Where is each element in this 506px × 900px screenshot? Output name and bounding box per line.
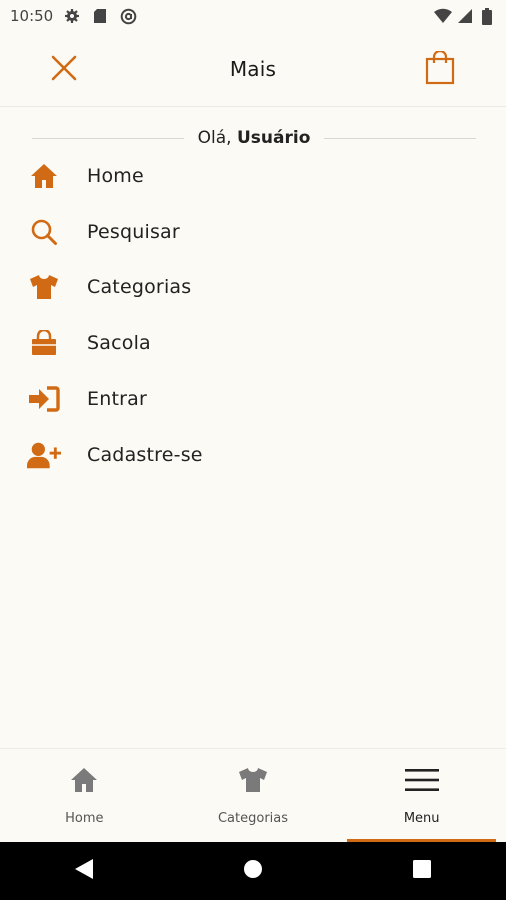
at-sign-icon xyxy=(119,7,137,25)
menu-item-home[interactable]: Home xyxy=(0,148,506,204)
bottom-nav: Home Categorias Menu xyxy=(0,748,506,842)
search-icon xyxy=(27,217,61,247)
page-title: Mais xyxy=(229,57,277,81)
tshirt-icon xyxy=(238,763,268,797)
recents-button[interactable] xyxy=(392,842,452,900)
nav-label: Menu xyxy=(403,811,440,826)
user-plus-icon xyxy=(27,440,61,470)
bag-icon xyxy=(27,328,61,358)
shopping-bag-button[interactable] xyxy=(416,46,464,94)
menu-item-pesquisar[interactable]: Pesquisar xyxy=(0,204,506,260)
nav-label: Categorias xyxy=(217,811,289,826)
signal-icon xyxy=(456,7,474,25)
close-button[interactable] xyxy=(40,46,88,94)
back-button[interactable] xyxy=(54,842,114,900)
menu-item-label: Entrar xyxy=(87,388,147,411)
home-icon xyxy=(27,161,61,191)
bottom-nav-home[interactable]: Home xyxy=(0,749,169,842)
greeting-prefix: Olá, xyxy=(197,128,237,148)
tshirt-icon xyxy=(27,272,61,302)
menu-item-entrar[interactable]: Entrar xyxy=(0,371,506,427)
back-triangle-icon xyxy=(75,859,94,883)
system-nav-bar xyxy=(0,842,506,900)
bottom-nav-categorias[interactable]: Categorias xyxy=(169,749,338,842)
gear-icon xyxy=(63,7,81,25)
status-time: 10:50 xyxy=(10,7,54,25)
menu-list: Home Pesquisar Categorias Sacola Entrar … xyxy=(0,148,506,483)
status-bar: 10:50 xyxy=(0,0,506,32)
menu-item-sacola[interactable]: Sacola xyxy=(0,315,506,371)
app-bar: Mais xyxy=(0,32,506,107)
menu-item-label: Sacola xyxy=(87,332,151,355)
nav-label: Home xyxy=(65,811,104,826)
greeting-username: Usuário xyxy=(236,128,311,148)
sign-in-icon xyxy=(27,384,61,414)
shopping-bag-icon xyxy=(425,49,455,89)
hamburger-menu-icon xyxy=(404,763,439,797)
recents-square-icon xyxy=(412,860,431,882)
home-button[interactable] xyxy=(223,842,283,900)
bottom-nav-menu[interactable]: Menu xyxy=(337,749,506,842)
menu-item-label: Home xyxy=(87,164,144,187)
menu-item-label: Cadastre-se xyxy=(87,443,203,466)
wifi-icon xyxy=(434,7,452,25)
sd-card-icon xyxy=(91,7,109,25)
greeting: Olá, Usuário xyxy=(184,128,325,148)
divider xyxy=(32,137,184,139)
battery-icon xyxy=(478,7,496,25)
home-icon xyxy=(70,763,98,797)
menu-item-cadastre-se[interactable]: Cadastre-se xyxy=(0,427,506,483)
menu-item-categorias[interactable]: Categorias xyxy=(0,260,506,316)
menu-item-label: Pesquisar xyxy=(87,220,180,243)
divider xyxy=(324,137,477,139)
close-icon xyxy=(51,55,77,85)
home-circle-icon xyxy=(243,859,263,883)
menu-item-label: Categorias xyxy=(87,276,192,299)
